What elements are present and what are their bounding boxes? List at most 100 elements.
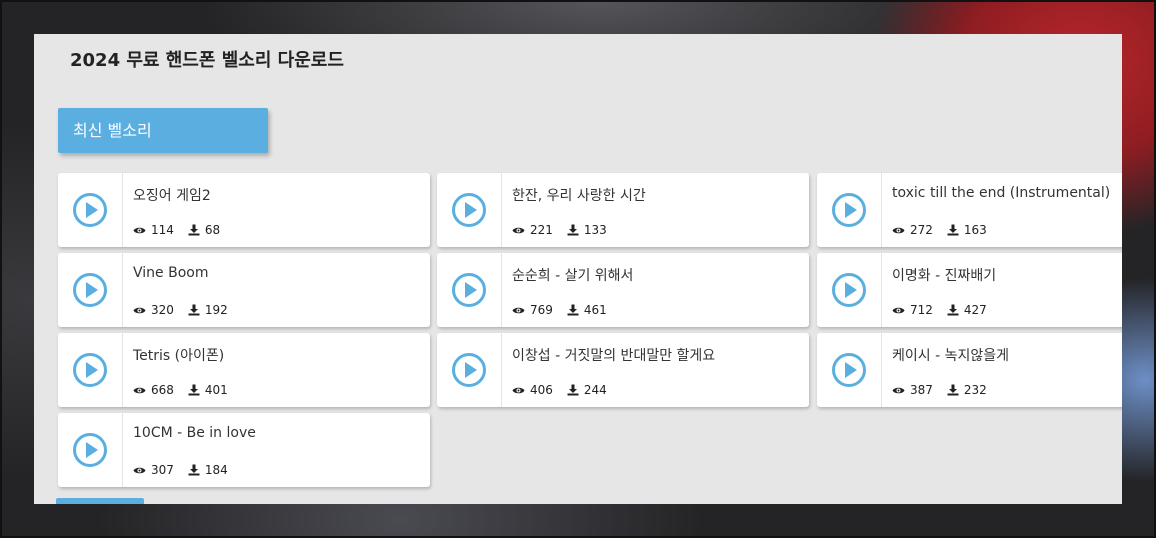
view-count: 307 — [133, 463, 174, 477]
play-circle-icon — [832, 353, 866, 387]
download-count-value: 68 — [204, 223, 221, 237]
ringtone-title[interactable]: 케이시 - 녹지않을게 — [892, 345, 1009, 365]
download-count-value: 461 — [583, 303, 607, 317]
download-icon — [947, 304, 959, 316]
view-count-value: 272 — [910, 223, 933, 237]
ringtone-title[interactable]: Tetris (아이폰) — [133, 345, 224, 365]
play-button[interactable] — [817, 173, 882, 247]
eye-icon — [512, 307, 525, 313]
play-button[interactable] — [437, 173, 502, 247]
eye-icon — [512, 227, 525, 233]
play-button[interactable] — [437, 333, 502, 407]
play-button[interactable] — [58, 173, 123, 247]
ringtone-card[interactable]: 한잔, 우리 사랑한 시간 221 133 — [437, 173, 809, 247]
play-circle-icon — [73, 433, 107, 467]
view-count: 272 — [892, 223, 933, 237]
view-count: 114 — [133, 223, 174, 237]
view-count: 769 — [512, 303, 553, 317]
ringtone-card[interactable]: Tetris (아이폰) 668 401 — [58, 333, 430, 407]
download-icon — [947, 384, 959, 396]
view-count-value: 712 — [910, 303, 933, 317]
ringtone-stats: 406 244 — [512, 383, 621, 397]
ringtone-title[interactable]: toxic till the end (Instrumental) — [892, 185, 1110, 201]
ringtone-stats: 668 401 — [133, 383, 242, 397]
download-count: 232 — [947, 383, 987, 397]
ringtone-card[interactable]: 오징어 게임2 114 68 — [58, 173, 430, 247]
play-circle-icon — [452, 273, 486, 307]
play-button[interactable] — [817, 333, 882, 407]
play-button[interactable] — [437, 253, 502, 327]
ringtone-title[interactable]: 이창섭 - 거짓말의 반대말만 할게요 — [512, 345, 715, 365]
ringtone-stats: 272 163 — [892, 223, 1001, 237]
eye-icon — [133, 387, 146, 393]
ringtone-card[interactable]: Vine Boom 320 192 — [58, 253, 430, 327]
ringtone-title[interactable]: 이명화 - 진짜배기 — [892, 265, 996, 285]
play-button[interactable] — [817, 253, 882, 327]
view-count-value: 320 — [151, 303, 174, 317]
ringtone-stats: 114 68 — [133, 223, 234, 237]
download-count-value: 163 — [963, 223, 987, 237]
ringtone-title[interactable]: Vine Boom — [133, 265, 208, 281]
ringtone-title[interactable]: 한잔, 우리 사랑한 시간 — [512, 185, 646, 205]
play-button[interactable] — [58, 413, 123, 487]
ringtone-stats: 387 232 — [892, 383, 1001, 397]
ringtone-card[interactable]: 이창섭 - 거짓말의 반대말만 할게요 406 244 — [437, 333, 809, 407]
download-count-value: 232 — [963, 383, 987, 397]
ringtone-stats: 712 427 — [892, 303, 1001, 317]
ringtone-stats: 769 461 — [512, 303, 621, 317]
next-section-tab[interactable] — [56, 498, 144, 504]
download-icon — [567, 304, 579, 316]
eye-icon — [892, 387, 905, 393]
main-panel: 2024 무료 핸드폰 벨소리 다운로드 최신 벨소리 오징어 게임2 114 68… — [34, 34, 1122, 504]
ringtone-card[interactable]: 순순희 - 살기 위해서 769 461 — [437, 253, 809, 327]
play-circle-icon — [832, 193, 866, 227]
play-circle-icon — [73, 193, 107, 227]
download-icon — [188, 384, 200, 396]
eye-icon — [512, 387, 525, 393]
download-count-value: 244 — [583, 383, 607, 397]
page-title: 2024 무료 핸드폰 벨소리 다운로드 — [70, 50, 344, 71]
download-count: 133 — [567, 223, 607, 237]
download-count: 461 — [567, 303, 607, 317]
ringtone-card[interactable]: toxic till the end (Instrumental) 272 163 — [817, 173, 1122, 247]
download-count: 427 — [947, 303, 987, 317]
play-circle-icon — [452, 193, 486, 227]
ringtone-card[interactable]: 케이시 - 녹지않을게 387 232 — [817, 333, 1122, 407]
download-icon — [567, 224, 579, 236]
view-count: 668 — [133, 383, 174, 397]
download-count-value: 192 — [204, 303, 228, 317]
download-count-value: 133 — [583, 223, 607, 237]
download-count: 68 — [188, 223, 220, 237]
download-count-value: 401 — [204, 383, 228, 397]
view-count-value: 406 — [530, 383, 553, 397]
view-count-value: 387 — [910, 383, 933, 397]
play-button[interactable] — [58, 333, 123, 407]
eye-icon — [892, 307, 905, 313]
download-count-value: 427 — [963, 303, 987, 317]
download-count: 163 — [947, 223, 987, 237]
ringtone-title[interactable]: 10CM - Be in love — [133, 425, 256, 441]
play-circle-icon — [452, 353, 486, 387]
ringtone-card[interactable]: 10CM - Be in love 307 184 — [58, 413, 430, 487]
view-count: 387 — [892, 383, 933, 397]
ringtone-card[interactable]: 이명화 - 진짜배기 712 427 — [817, 253, 1122, 327]
view-count: 406 — [512, 383, 553, 397]
eye-icon — [133, 227, 146, 233]
download-count-value: 184 — [204, 463, 228, 477]
tab-latest-ringtones[interactable]: 최신 벨소리 — [58, 108, 268, 153]
eye-icon — [133, 467, 146, 473]
download-count: 244 — [567, 383, 607, 397]
download-icon — [188, 464, 200, 476]
eye-icon — [133, 307, 146, 313]
play-button[interactable] — [58, 253, 123, 327]
ringtone-title[interactable]: 순순희 - 살기 위해서 — [512, 265, 633, 285]
ringtone-title[interactable]: 오징어 게임2 — [133, 185, 211, 205]
play-circle-icon — [73, 353, 107, 387]
view-count-value: 769 — [530, 303, 553, 317]
download-count: 184 — [188, 463, 228, 477]
ringtone-stats: 221 133 — [512, 223, 621, 237]
download-icon — [947, 224, 959, 236]
view-count: 712 — [892, 303, 933, 317]
download-icon — [188, 224, 200, 236]
download-icon — [188, 304, 200, 316]
